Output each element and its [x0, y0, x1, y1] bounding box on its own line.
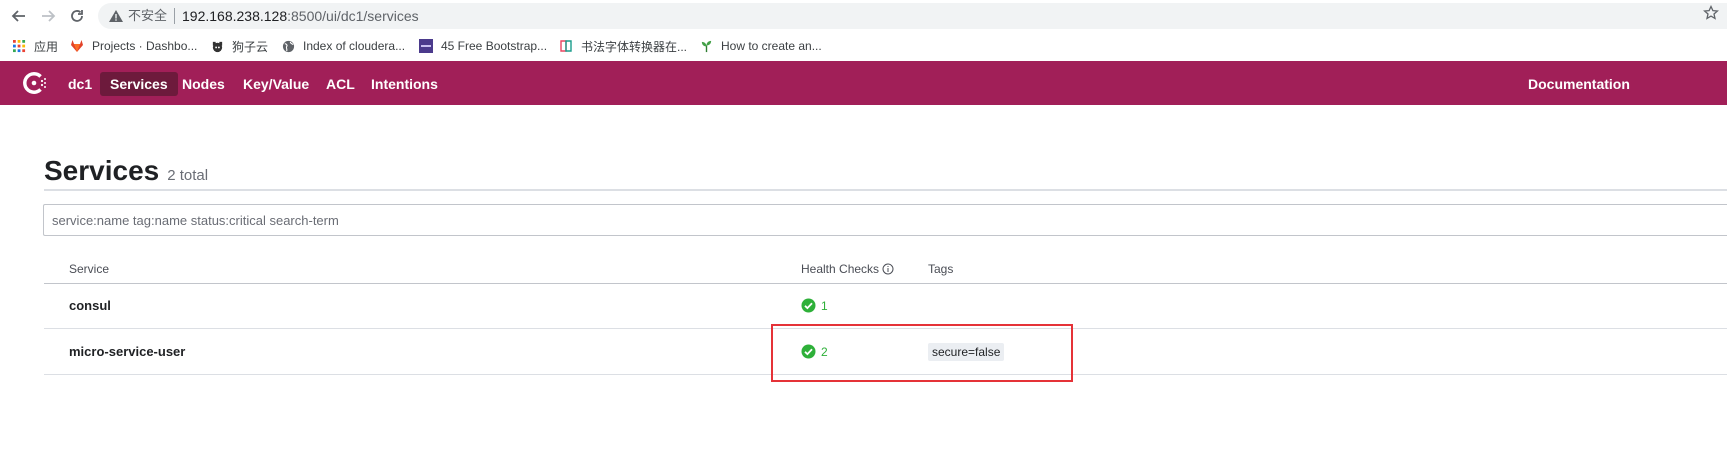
info-icon[interactable] — [882, 263, 894, 275]
star-icon[interactable] — [1703, 5, 1719, 21]
bookmark-cloudera[interactable]: Index of cloudera... — [281, 38, 405, 54]
column-header-health-label: Health Checks — [801, 262, 880, 276]
bookmark-how-to-create[interactable]: How to create an... — [699, 38, 822, 54]
calligraphy-icon — [559, 39, 573, 53]
url-text: 192.168.238.128:8500/ui/dc1/services — [182, 7, 419, 25]
arrow-left-icon[interactable] — [8, 5, 30, 27]
column-header-tags[interactable]: Tags — [928, 262, 953, 276]
apps-grid-icon — [12, 39, 26, 53]
bookmark-label: Projects · Dashbo... — [92, 39, 198, 53]
bookmark-label: 书法字体转换器在... — [581, 39, 688, 54]
sprout-icon — [699, 39, 713, 53]
bookmarks-bar: 应用 Projects · Dashbo... 狗子云 Index of clo… — [0, 32, 1727, 60]
services-count: 2 total — [167, 167, 209, 184]
warning-icon — [109, 10, 123, 22]
nav-documentation[interactable]: Documentation — [1518, 72, 1640, 96]
nav-services[interactable]: Services — [100, 72, 178, 96]
table-row[interactable]: consul 1 — [44, 284, 1727, 329]
service-name[interactable]: consul — [69, 298, 111, 313]
page-title: Services 2 total — [44, 155, 208, 187]
annotation-highlight-box — [771, 324, 1073, 382]
url-path: :8500/ui/dc1/services — [287, 8, 419, 24]
bookmark-calligraphy[interactable]: 书法字体转换器在... — [559, 38, 687, 54]
bookmark-apps[interactable]: 应用 — [12, 38, 58, 54]
consul-logo-icon[interactable] — [21, 70, 47, 96]
bookmark-gouziyun[interactable]: 狗子云 — [210, 38, 268, 54]
bookmark-label: Index of cloudera... — [303, 39, 406, 53]
bookmark-label: 狗子云 — [232, 39, 269, 54]
column-header-service[interactable]: Service — [69, 262, 109, 276]
url-host: 192.168.238.128 — [182, 8, 288, 24]
browser-toolbar: 不安全 192.168.238.128:8500/ui/dc1/services — [0, 0, 1727, 32]
colorlib-icon — [419, 39, 433, 53]
column-header-tags-label: Tags — [928, 262, 954, 276]
check-circle-icon — [801, 298, 816, 313]
title-divider — [44, 189, 1727, 191]
arrow-right-icon[interactable] — [37, 5, 59, 27]
column-header-service-label: Service — [69, 262, 110, 276]
health-passing-count: 1 — [821, 298, 828, 313]
dog-icon — [210, 39, 224, 53]
gitlab-icon — [70, 39, 84, 53]
column-header-health[interactable]: Health Checks — [801, 262, 894, 276]
address-divider — [174, 8, 175, 24]
bookmark-projects[interactable]: Projects · Dashbo... — [70, 38, 197, 54]
globe-icon — [281, 39, 295, 53]
bookmark-label: 应用 — [34, 39, 59, 54]
nav-nodes[interactable]: Nodes — [172, 72, 235, 96]
service-name[interactable]: micro-service-user — [69, 344, 185, 359]
nav-acl[interactable]: ACL — [316, 72, 365, 96]
reload-icon[interactable] — [66, 5, 88, 27]
nav-intentions[interactable]: Intentions — [361, 72, 448, 96]
consul-navbar: dc1 Services Nodes Key/Value ACL Intenti… — [0, 61, 1727, 105]
datacenter-selector[interactable]: dc1 — [58, 72, 102, 96]
address-bar[interactable]: 不安全 192.168.238.128:8500/ui/dc1/services — [98, 3, 1727, 29]
nav-key-value[interactable]: Key/Value — [233, 72, 319, 96]
search-input[interactable] — [43, 204, 1727, 236]
page-title-text: Services — [44, 155, 160, 186]
insecure-label: 不安全 — [128, 8, 168, 23]
health-checks-passing: 1 — [801, 298, 828, 313]
bookmark-bootstrap[interactable]: 45 Free Bootstrap... — [419, 38, 547, 54]
bookmark-label: How to create an... — [721, 39, 822, 53]
bookmark-label: 45 Free Bootstrap... — [441, 39, 548, 53]
